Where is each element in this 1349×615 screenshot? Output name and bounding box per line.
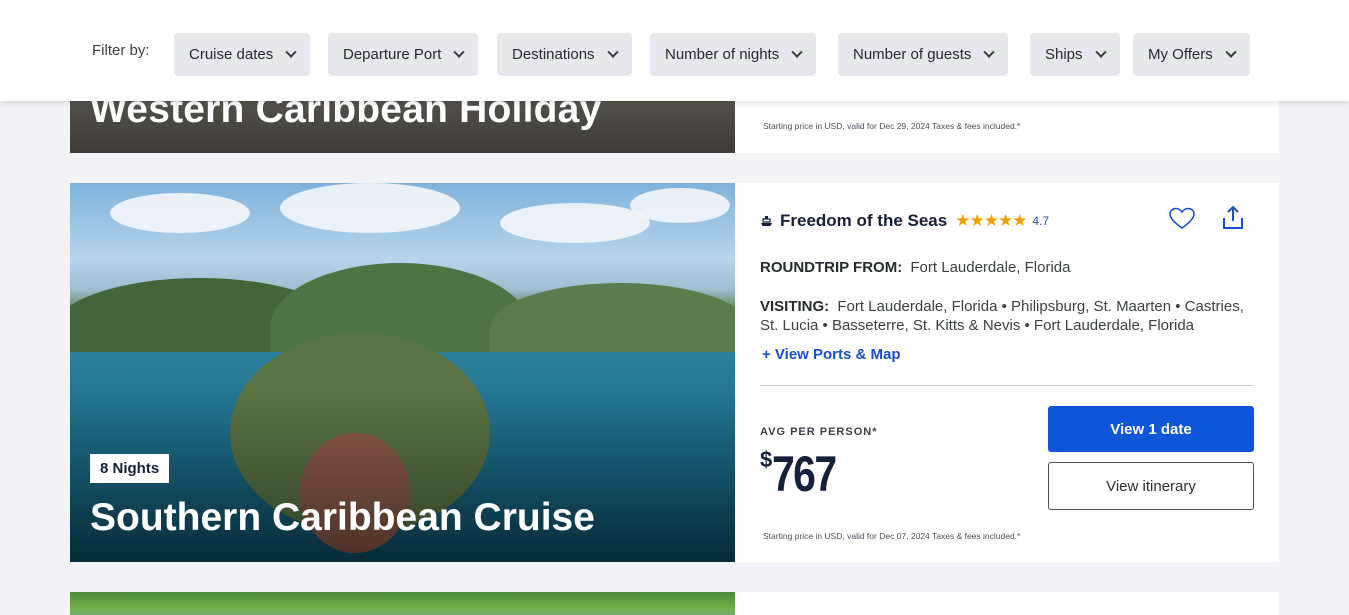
filter-number-of-guests[interactable]: Number of guests bbox=[838, 33, 1009, 76]
chevron-down-icon bbox=[606, 46, 619, 58]
filter-chip-label: Cruise dates bbox=[189, 46, 274, 63]
filter-number-of-nights[interactable]: Number of nights bbox=[650, 33, 817, 76]
chevron-down-icon bbox=[1225, 46, 1237, 58]
cloud bbox=[110, 193, 250, 233]
visiting-ports: VISITING: Fort Lauderdale, Florida • Phi… bbox=[760, 297, 1250, 335]
filter-departure-port[interactable]: Departure Port bbox=[328, 33, 479, 76]
cloud bbox=[500, 203, 650, 243]
filter-chip-label: My Offers bbox=[1148, 46, 1213, 63]
nights-badge: 8 Nights bbox=[90, 454, 170, 483]
price-fine-print: Starting price in USD, valid for Dec 29,… bbox=[763, 121, 1021, 131]
divider bbox=[760, 385, 1254, 386]
chevron-down-icon bbox=[453, 46, 466, 58]
cruise-card: 8 Nights Southern Caribbean Cruise Freed… bbox=[70, 183, 1279, 562]
filter-chip-label: Departure Port bbox=[343, 46, 442, 63]
chevron-down-icon bbox=[1094, 46, 1107, 58]
cruise-image[interactable]: 8 Nights Southern Caribbean Cruise bbox=[70, 183, 735, 562]
roundtrip-label: ROUNDTRIP FROM: bbox=[760, 259, 903, 276]
ship-name[interactable]: Freedom of the Seas bbox=[780, 211, 947, 231]
visiting-value: Fort Lauderdale, Florida • Philipsburg, … bbox=[760, 298, 1244, 334]
roundtrip-value: Fort Lauderdale, Florida bbox=[910, 259, 1071, 276]
cruise-info: Freedom of the Seas ★★★★★ 4.7 ROUNDTRIP … bbox=[735, 183, 1279, 562]
filter-chip-label: Ships bbox=[1045, 46, 1083, 63]
chevron-down-icon bbox=[285, 46, 297, 58]
chevron-down-icon bbox=[983, 46, 996, 58]
view-itinerary-button[interactable]: View itinerary bbox=[1048, 462, 1254, 510]
heart-icon[interactable] bbox=[1169, 207, 1195, 231]
filter-chip-label: Destinations bbox=[512, 46, 595, 63]
price-amount: 767 bbox=[772, 446, 837, 502]
ship-icon bbox=[761, 216, 772, 226]
cruise-title: Southern Caribbean Cruise bbox=[90, 496, 595, 539]
share-icon[interactable] bbox=[1221, 205, 1245, 231]
filter-label: Filter by: bbox=[92, 42, 150, 59]
price-currency: $ bbox=[760, 447, 773, 472]
cruise-card bbox=[70, 592, 1279, 615]
roundtrip-from: ROUNDTRIP FROM: Fort Lauderdale, Florida bbox=[760, 259, 1070, 276]
cloud bbox=[280, 183, 460, 233]
cruise-info bbox=[735, 592, 1279, 615]
rating-stars: ★★★★★ bbox=[955, 211, 1027, 230]
price-fine-print: Starting price in USD, valid for Dec 07,… bbox=[763, 531, 1021, 541]
view-ports-map-link[interactable]: + View Ports & Map bbox=[762, 346, 901, 363]
avg-per-person-label: AVG PER PERSON* bbox=[760, 426, 878, 438]
filter-bar: Filter by: Cruise dates Departure Port D… bbox=[0, 0, 1349, 101]
view-dates-button[interactable]: View 1 date bbox=[1048, 406, 1254, 452]
chevron-down-icon bbox=[791, 46, 803, 58]
filter-chip-label: Number of nights bbox=[665, 46, 780, 63]
cloud bbox=[630, 188, 730, 223]
filter-chip-label: Number of guests bbox=[853, 46, 972, 63]
price: $767 bbox=[760, 445, 850, 503]
filter-destinations[interactable]: Destinations bbox=[497, 33, 632, 76]
filter-ships[interactable]: Ships bbox=[1030, 33, 1120, 76]
filter-my-offers[interactable]: My Offers bbox=[1133, 33, 1250, 76]
visiting-label: VISITING: bbox=[760, 298, 830, 315]
cruise-image[interactable] bbox=[70, 592, 735, 615]
rating-value: 4.7 bbox=[1032, 214, 1050, 228]
filter-cruise-dates[interactable]: Cruise dates bbox=[174, 33, 311, 76]
ship-row: Freedom of the Seas ★★★★★ 4.7 bbox=[760, 211, 1049, 231]
